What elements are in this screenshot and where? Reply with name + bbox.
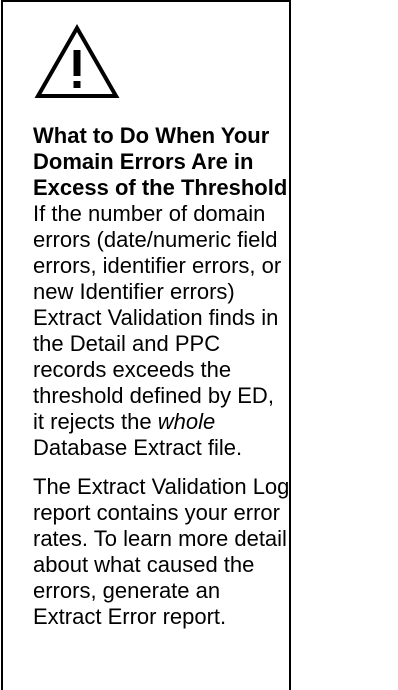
paragraph-1-text-end: Database Extract file.	[33, 435, 243, 460]
paragraph-1-emphasis: whole	[157, 409, 216, 434]
paragraph-1-text-start: If the number of domain errors (date/num…	[33, 201, 282, 434]
callout-box: What to Do When Your Domain Errors Are i…	[1, 0, 291, 690]
callout-paragraph-2: The Extract Validation Log report contai…	[33, 474, 290, 629]
callout-paragraph-1: If the number of domain errors (date/num…	[33, 201, 291, 461]
callout-heading: What to Do When Your Domain Errors Are i…	[33, 123, 288, 200]
callout-content: What to Do When Your Domain Errors Are i…	[33, 123, 291, 630]
warning-triangle-icon	[34, 24, 120, 98]
